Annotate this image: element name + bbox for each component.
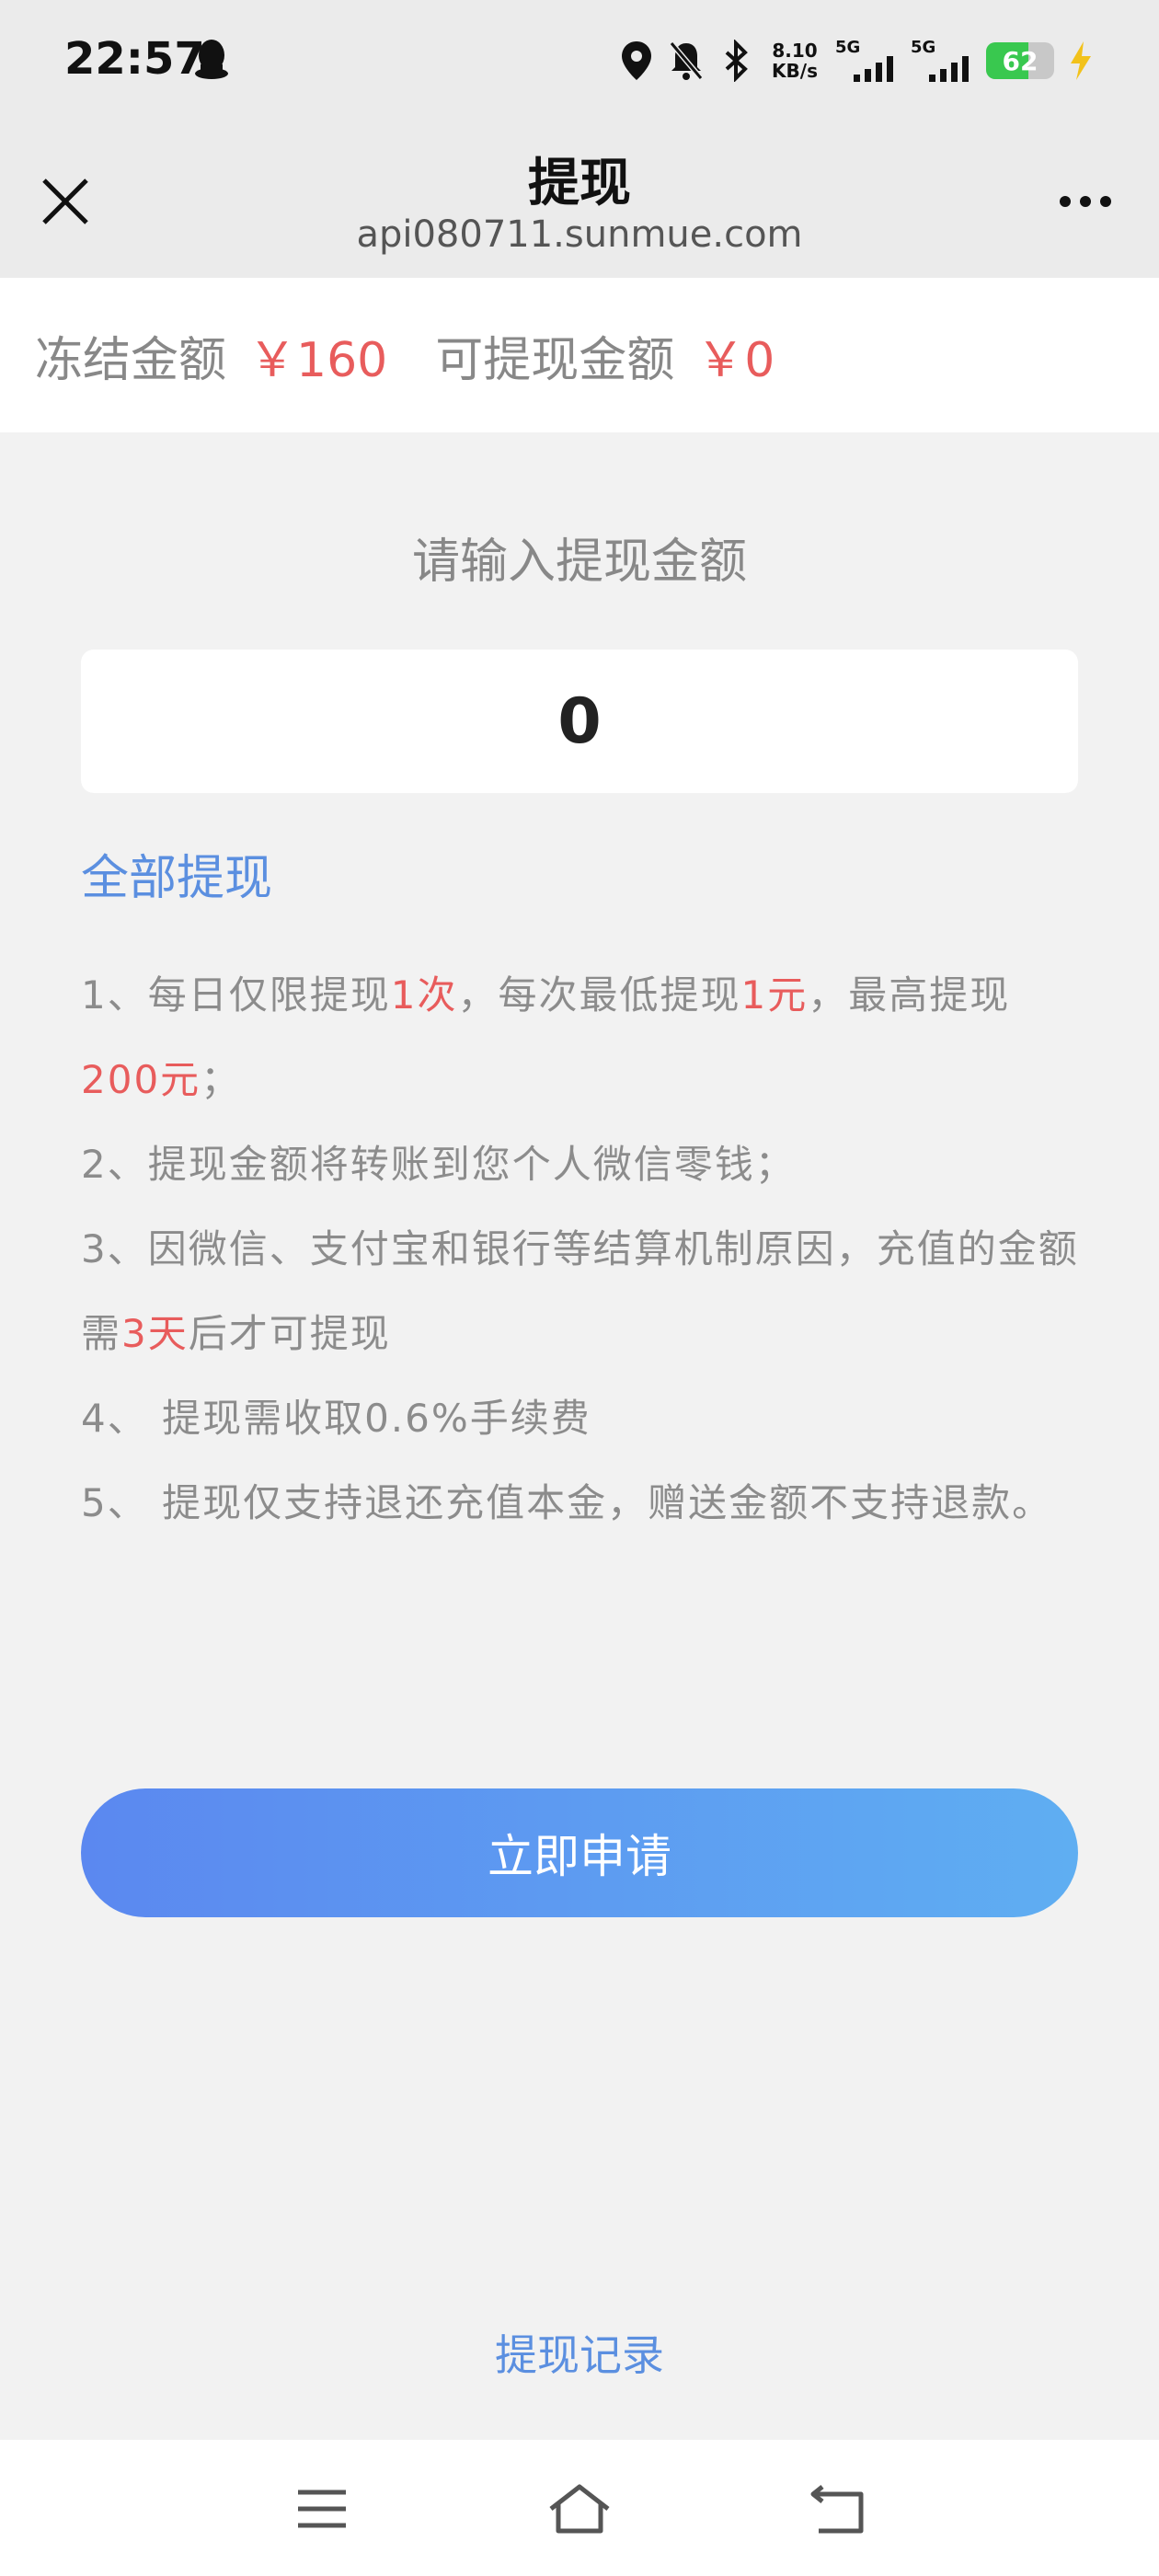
withdraw-records-link[interactable]: 提现记录 — [0, 2322, 1159, 2383]
frozen-amount-label: 冻结金额 — [35, 332, 227, 388]
qq-icon — [195, 40, 228, 79]
bluetooth-icon — [725, 40, 748, 82]
menu-button[interactable] — [285, 2477, 359, 2541]
rule-highlight: 200元 — [81, 1057, 201, 1102]
rule-text: ，每次最低提现 — [457, 972, 741, 1018]
rule-2: 2、提现金额将转账到您个人微信零钱； — [81, 1142, 796, 1187]
available-amount-value: ￥0 — [696, 332, 775, 388]
net-speed: 8.10 KB/s — [767, 40, 822, 81]
signal-1: 5G — [835, 38, 898, 84]
page-url: api080711.sunmue.com — [356, 213, 803, 256]
charging-bolt-icon — [1071, 41, 1091, 80]
rule-1: 1、每日仅限提现1次，每次最低提现1元，最高提现 200元； — [81, 953, 1084, 1122]
home-button[interactable] — [543, 2477, 616, 2541]
amount-prompt: 请输入提现金额 — [411, 535, 747, 590]
title-bar: 提现 api080711.sunmue.com — [0, 129, 1159, 278]
signal-icon — [854, 56, 893, 82]
status-time: 22:57 — [64, 33, 205, 85]
system-nav-bar — [0, 2440, 1159, 2576]
status-bar: 22:57 8.10 KB/s 5G 5G 62 — [0, 0, 1159, 129]
frozen-amount-value: ￥160 — [248, 332, 388, 388]
status-icons: 8.10 KB/s 5G 5G 62 — [618, 33, 1095, 88]
location-icon — [622, 41, 651, 80]
more-button[interactable] — [1049, 169, 1122, 234]
signal-2: 5G — [911, 38, 973, 84]
balance-bar: 冻结金额 ￥160 可提现金额 ￥0 — [0, 278, 1159, 432]
available-amount-label: 可提现金额 — [435, 332, 675, 388]
signal-icon — [929, 56, 969, 82]
home-icon — [549, 2484, 610, 2534]
rule-3: 3、因微信、支付宝和银行等结算机制原因，充值的金额需3天后才可提现 — [81, 1207, 1084, 1376]
rule-text: ，最高提现 — [808, 972, 1011, 1018]
menu-icon — [298, 2490, 346, 2528]
withdraw-amount-input[interactable] — [81, 650, 1078, 793]
rule-text: ； — [201, 1057, 242, 1102]
rule-text: 后才可提现 — [188, 1311, 391, 1356]
withdraw-all-link[interactable]: 全部提现 — [81, 839, 272, 908]
rule-4: 4、 提现需收取0.6%手续费 — [81, 1396, 591, 1441]
bell-muted-icon — [669, 41, 704, 80]
apply-button[interactable]: 立即申请 — [81, 1788, 1078, 1917]
battery-icon: 62 — [986, 42, 1054, 79]
battery-level: 62 — [1002, 46, 1039, 76]
net-speed-unit: KB/s — [772, 60, 818, 82]
more-dots-icon — [1100, 196, 1111, 207]
net-speed-value: 8.10 — [772, 40, 818, 62]
rule-highlight: 1次 — [390, 972, 458, 1018]
rule-5: 5、 提现仅支持退还充值本金，赠送金额不支持退款。 — [81, 1480, 1053, 1525]
back-icon — [810, 2485, 864, 2534]
rule-highlight: 1元 — [740, 972, 809, 1018]
back-button[interactable] — [800, 2477, 874, 2541]
rule-highlight: 3天 — [121, 1311, 189, 1356]
more-dots-icon — [1080, 196, 1091, 207]
withdraw-rules: 1、每日仅限提现1次，每次最低提现1元，最高提现 200元； 2、提现金额将转账到… — [81, 953, 1084, 1546]
rule-text: 1、每日仅限提现 — [81, 972, 391, 1018]
page-title: 提现 — [528, 154, 631, 213]
more-dots-icon — [1060, 196, 1071, 207]
